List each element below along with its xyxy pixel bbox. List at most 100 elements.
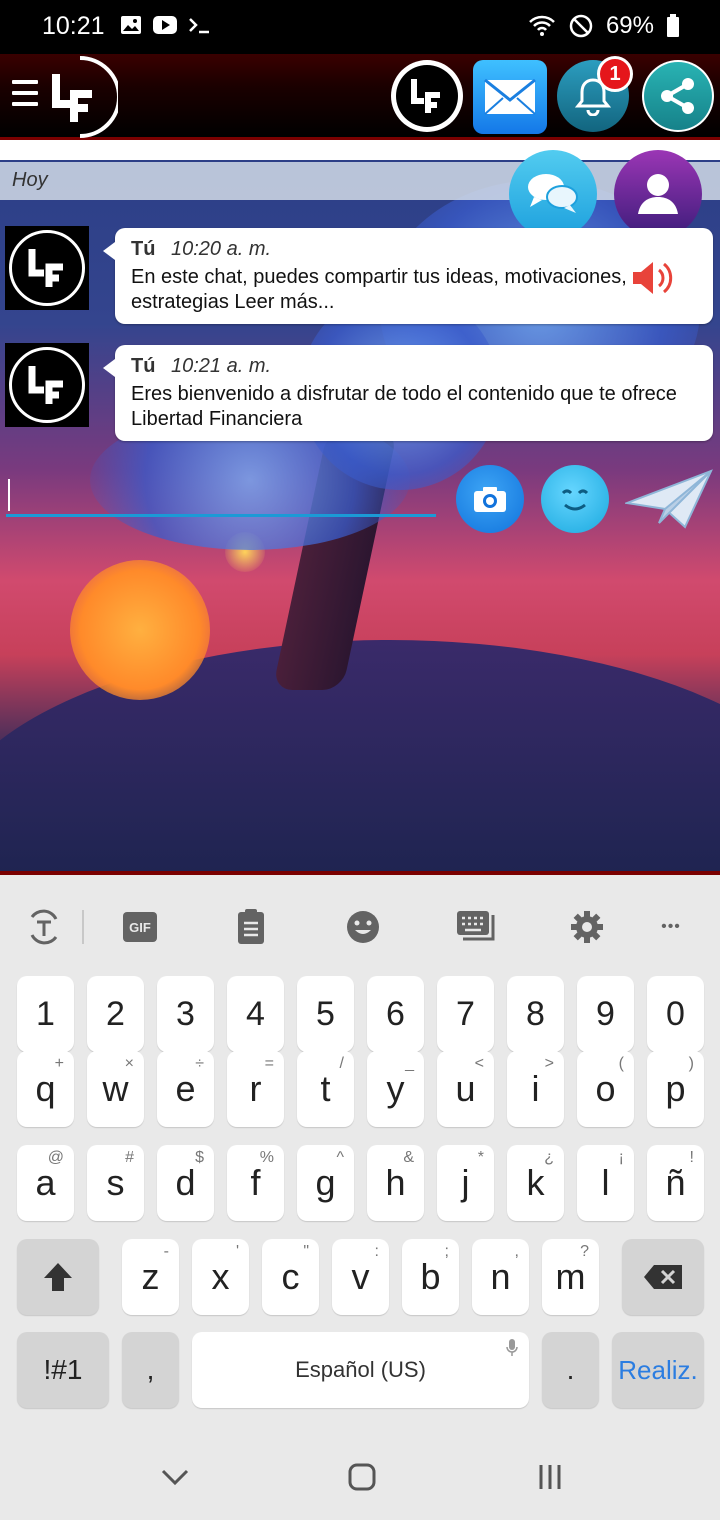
- keyboard-icon: [457, 911, 495, 941]
- key-a[interactable]: a @: [17, 1145, 74, 1221]
- key-o[interactable]: o(: [577, 1051, 634, 1127]
- speaker-icon[interactable]: [629, 258, 677, 298]
- chats-button[interactable]: [509, 150, 597, 238]
- message-bubble[interactable]: Tú 10:21 a. m. Eres bienvenido a disfrut…: [103, 345, 713, 441]
- key-v[interactable]: v:: [332, 1239, 389, 1315]
- paper-plane-icon: [625, 469, 713, 529]
- key-z[interactable]: z-: [122, 1239, 179, 1315]
- battery-icon: [667, 14, 679, 37]
- backspace-key[interactable]: [622, 1239, 704, 1315]
- soft-keyboard: GIF ••• 1 2 3 4 5 6 7 8 9 0 q + w × e ÷ r = …: [0, 875, 720, 1520]
- key-t[interactable]: t /: [297, 1051, 354, 1127]
- key-l[interactable]: l ¡: [577, 1145, 634, 1221]
- gif-button[interactable]: GIF: [116, 903, 164, 951]
- chat-bubbles-icon: [528, 174, 578, 213]
- key-3[interactable]: 3: [157, 976, 214, 1052]
- key-e[interactable]: e ÷: [157, 1051, 214, 1127]
- key-n[interactable]: n,: [472, 1239, 529, 1315]
- symbols-key[interactable]: !#1: [17, 1332, 109, 1408]
- key-1[interactable]: 1: [17, 976, 74, 1052]
- more-options-button[interactable]: •••: [647, 903, 695, 951]
- send-button[interactable]: [624, 467, 716, 533]
- key-8[interactable]: 8: [507, 976, 564, 1052]
- key-h[interactable]: h &: [367, 1145, 424, 1221]
- message-text[interactable]: Eres bienvenido a disfrutar de todo el c…: [131, 382, 697, 432]
- message-author: Tú: [131, 355, 156, 377]
- navigation-bar: [0, 1430, 720, 1520]
- user-profile-button[interactable]: [614, 150, 702, 238]
- nav-back-button[interactable]: [155, 1460, 195, 1494]
- keyboard-toolbar: GIF •••: [0, 875, 720, 977]
- key-m[interactable]: m?: [542, 1239, 599, 1315]
- key-2[interactable]: 2: [87, 976, 144, 1052]
- message-input[interactable]: [6, 475, 436, 517]
- settings-button[interactable]: [563, 903, 611, 951]
- translate-button[interactable]: [20, 903, 68, 951]
- key-6[interactable]: 6: [367, 976, 424, 1052]
- share-button[interactable]: [642, 60, 714, 132]
- key-q[interactable]: q +: [17, 1051, 74, 1127]
- nav-recents-button[interactable]: [530, 1460, 570, 1494]
- key-0[interactable]: 0: [647, 976, 704, 1052]
- done-key[interactable]: Realiz.: [612, 1332, 704, 1408]
- key-w[interactable]: w ×: [87, 1051, 144, 1127]
- camera-button[interactable]: [456, 465, 524, 533]
- camera-icon: [474, 487, 506, 512]
- smiley-face-icon: [561, 489, 589, 511]
- keyboard-mode-button[interactable]: [451, 903, 499, 951]
- battery-percent: 69%: [605, 12, 654, 39]
- background-sun: [70, 560, 210, 700]
- space-key[interactable]: Español (US): [192, 1332, 529, 1408]
- emoji-keyboard-button[interactable]: [339, 903, 387, 951]
- key-9[interactable]: 9: [577, 976, 634, 1052]
- key-b[interactable]: b;: [402, 1239, 459, 1315]
- key-r[interactable]: r =: [227, 1051, 284, 1127]
- key-y[interactable]: y _: [367, 1051, 424, 1127]
- chevron-down-icon: [161, 1469, 189, 1486]
- key-4[interactable]: 4: [227, 976, 284, 1052]
- avatar[interactable]: [5, 226, 89, 310]
- clipboard-button[interactable]: [227, 903, 275, 951]
- key-j[interactable]: j *: [437, 1145, 494, 1221]
- mail-button[interactable]: [473, 60, 547, 134]
- lf-profile-button[interactable]: [391, 60, 463, 132]
- emoji-icon: [347, 911, 379, 943]
- user-icon: [638, 174, 678, 214]
- key-k[interactable]: k ¿: [507, 1145, 564, 1221]
- lf-logo-icon: [9, 230, 85, 306]
- status-time: 10:21: [42, 12, 105, 40]
- message-bubble[interactable]: Tú 10:20 a. m. En este chat, puedes comp…: [103, 228, 713, 324]
- do-not-disturb-icon: [569, 14, 593, 38]
- comma-key[interactable]: ,: [122, 1332, 179, 1408]
- message-text[interactable]: En este chat, puedes compartir tus ideas…: [131, 265, 697, 315]
- key-s[interactable]: s #: [87, 1145, 144, 1221]
- nav-home-button[interactable]: [342, 1460, 382, 1494]
- key-enye[interactable]: ñ!: [647, 1145, 704, 1221]
- key-g[interactable]: g ^: [297, 1145, 354, 1221]
- avatar[interactable]: [5, 343, 89, 427]
- clipboard-icon: [238, 909, 264, 944]
- lf-logo-icon: [9, 347, 85, 423]
- key-x[interactable]: x ': [192, 1239, 249, 1315]
- brand-logo[interactable]: [48, 56, 118, 138]
- key-f[interactable]: f%: [227, 1145, 284, 1221]
- key-c[interactable]: c ": [262, 1239, 319, 1315]
- key-p[interactable]: p): [647, 1051, 704, 1127]
- hamburger-menu-icon[interactable]: [12, 80, 38, 110]
- period-key[interactable]: .: [542, 1332, 599, 1408]
- gallery-icon: [121, 16, 141, 34]
- key-7[interactable]: 7: [437, 976, 494, 1052]
- message-time: 10:21 a. m.: [171, 355, 272, 377]
- message-author: Tú: [131, 238, 156, 260]
- key-i[interactable]: i >: [507, 1051, 564, 1127]
- status-bar: 10:21 69%: [0, 0, 720, 54]
- notification-badge: 1: [597, 56, 633, 92]
- shift-key[interactable]: [17, 1239, 99, 1315]
- gear-icon: [571, 911, 603, 943]
- key-d[interactable]: d $: [157, 1145, 214, 1221]
- key-5[interactable]: 5: [297, 976, 354, 1052]
- key-u[interactable]: u <: [437, 1051, 494, 1127]
- share-icon: [661, 78, 694, 114]
- emoji-button[interactable]: [541, 465, 609, 533]
- compose-row: [0, 465, 720, 535]
